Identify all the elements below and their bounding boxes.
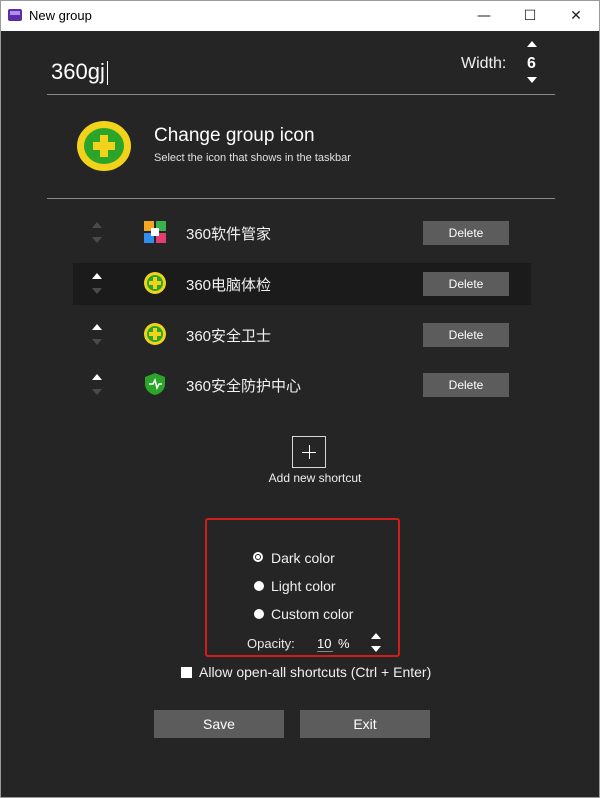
shortcut-label: 360安全卫士 — [186, 328, 272, 345]
exit-button[interactable]: Exit — [300, 710, 430, 738]
360-checkup-icon — [144, 272, 166, 294]
opacity-unit: % — [338, 636, 350, 651]
opacity-input[interactable]: 10 — [317, 636, 333, 652]
window-title: New group — [29, 8, 92, 23]
move-down-icon — [92, 288, 102, 294]
width-decrease-icon[interactable] — [527, 77, 537, 83]
close-button[interactable]: ✕ — [553, 1, 599, 31]
opacity-label: Opacity: — [247, 636, 295, 651]
move-up-icon[interactable] — [92, 273, 102, 279]
group-name-input[interactable]: 360gj — [51, 59, 431, 93]
custom-color-label[interactable]: Custom color — [271, 606, 353, 622]
light-color-radio[interactable] — [254, 581, 264, 591]
group-name-value: 360gj — [51, 59, 105, 84]
app-icon — [8, 9, 22, 21]
name-underline — [47, 94, 555, 95]
width-value: 6 — [527, 55, 536, 72]
add-shortcut-plus-icon[interactable] — [292, 436, 326, 468]
shortcut-label: 360软件管家 — [186, 226, 272, 243]
save-button[interactable]: Save — [154, 710, 284, 738]
delete-button[interactable]: Delete — [423, 221, 509, 245]
opacity-increase-icon[interactable] — [371, 633, 381, 639]
move-down-icon — [92, 237, 102, 243]
shortcut-row: 360软件管家 Delete — [73, 212, 531, 254]
width-increase-icon[interactable] — [527, 41, 537, 47]
shortcut-row: 360安全卫士 Delete — [73, 314, 531, 356]
change-icon-title[interactable]: Change group icon — [154, 125, 315, 147]
move-down-icon — [92, 339, 102, 345]
shortcut-row: 360安全防护中心 Delete — [73, 364, 531, 406]
opacity-decrease-icon[interactable] — [371, 646, 381, 652]
shortcut-label: 360电脑体检 — [186, 277, 272, 294]
move-up-icon[interactable] — [92, 324, 102, 330]
group-icon-360-safeguard-icon[interactable] — [75, 119, 133, 173]
delete-button[interactable]: Delete — [423, 272, 509, 296]
shortcut-label: 360安全防护中心 — [186, 378, 302, 395]
add-shortcut-label[interactable]: Add new shortcut — [251, 471, 379, 485]
maximize-button[interactable]: ☐ — [507, 1, 553, 31]
360-shield-icon — [145, 373, 165, 395]
dark-color-label[interactable]: Dark color — [271, 550, 335, 566]
title-bar: New group — ☐ ✕ — [1, 1, 599, 31]
move-up-icon[interactable] — [92, 374, 102, 380]
open-all-checkbox[interactable] — [181, 667, 192, 678]
move-down-icon — [92, 389, 102, 395]
section-divider — [47, 198, 555, 199]
delete-button[interactable]: Delete — [423, 323, 509, 347]
new-group-window: New group — ☐ ✕ 360gj Width: 6 Change gr… — [0, 0, 600, 798]
move-up-icon — [92, 222, 102, 228]
minimize-button[interactable]: — — [461, 1, 507, 31]
dark-color-radio[interactable] — [253, 552, 263, 562]
open-all-label[interactable]: Allow open-all shortcuts (Ctrl + Enter) — [199, 664, 431, 680]
shortcut-row: 360电脑体检 Delete — [73, 263, 531, 305]
light-color-label[interactable]: Light color — [271, 578, 336, 594]
width-label: Width: — [461, 55, 507, 72]
360-software-manager-icon — [144, 221, 166, 243]
delete-button[interactable]: Delete — [423, 373, 509, 397]
text-caret — [106, 61, 108, 86]
change-icon-subtitle: Select the icon that shows in the taskba… — [154, 152, 351, 164]
360-safeguard-icon — [144, 323, 166, 345]
custom-color-radio[interactable] — [254, 609, 264, 619]
